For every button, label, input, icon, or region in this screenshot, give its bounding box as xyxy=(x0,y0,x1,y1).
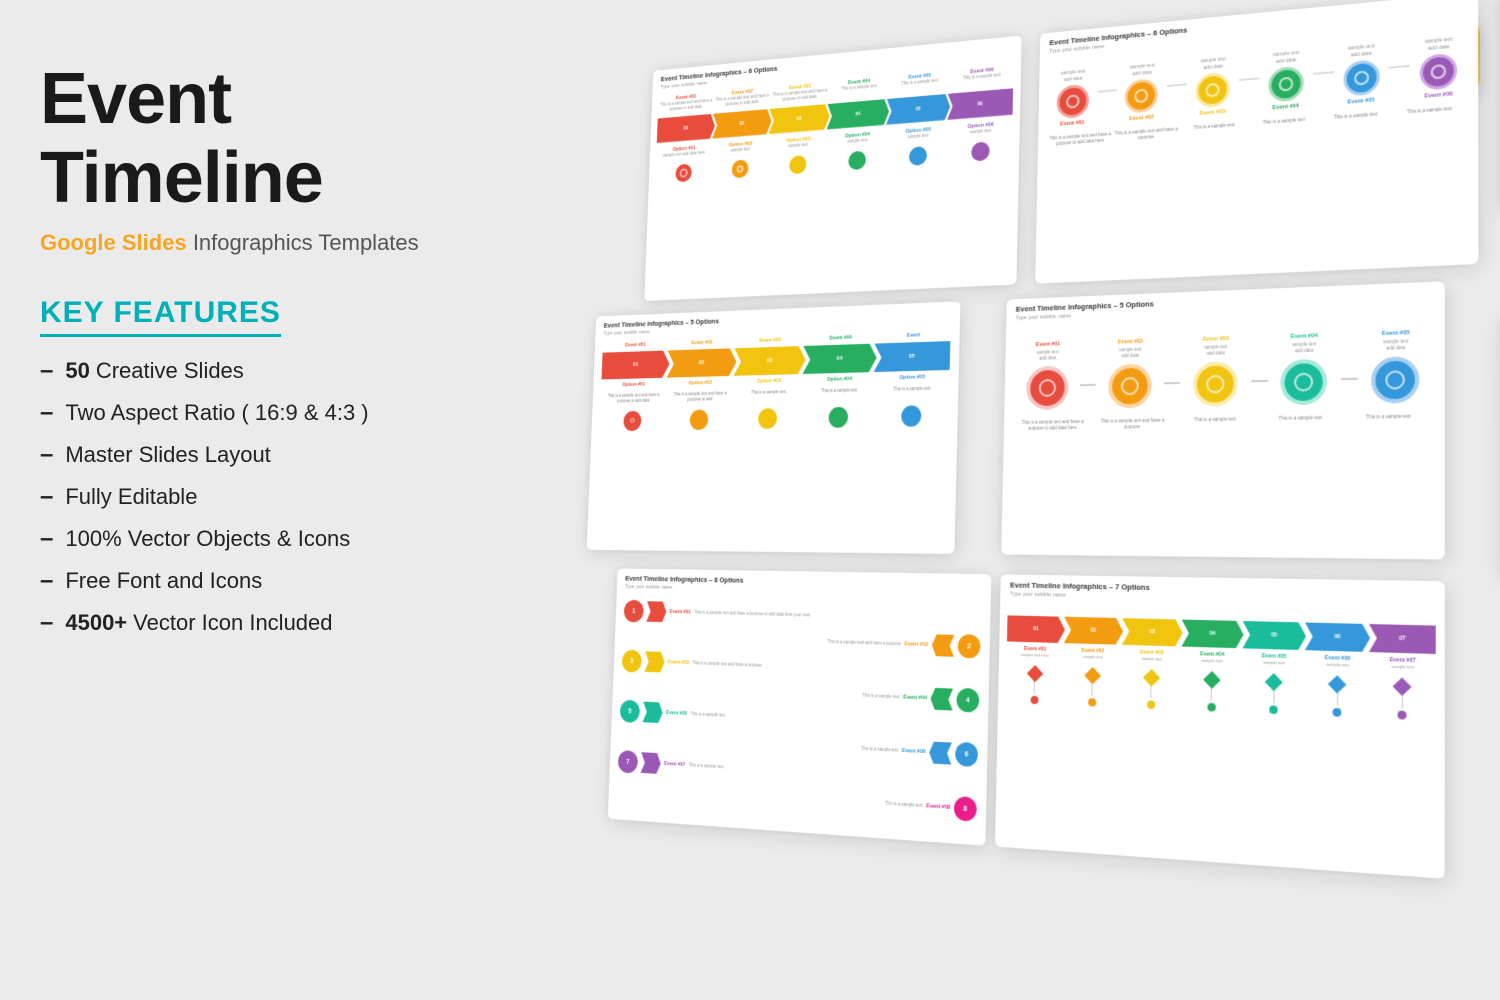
features-list: 50Creative Slides Two Aspect Ratio ( 16:… xyxy=(40,357,460,637)
slide-grid: Event Timeline Infographics – 6 Options … xyxy=(570,0,1500,1000)
slides-preview-area: Event Timeline Infographics – 6 Options … xyxy=(570,0,1500,1000)
slide-card-6[interactable]: Event Timeline Infographics – 7 Options … xyxy=(995,574,1445,878)
slide-card-2[interactable]: Event Timeline Infographics – 6 Options … xyxy=(1035,0,1478,284)
slide-card-3[interactable]: Event Timeline Infographics – 5 Options … xyxy=(587,301,961,554)
slide-5-content: 1 Event #01 This is a sample text and ha… xyxy=(608,593,990,829)
subtitle-row: Google Slides Infographics Templates xyxy=(40,230,460,256)
slide-card-5[interactable]: Event Timeline Infographics – 8 Options … xyxy=(608,568,992,845)
page: Event Timeline Google Slides Infographic… xyxy=(0,0,1500,1000)
feature-item: Master Slides Layout xyxy=(40,441,460,469)
feature-item: Free Font and Icons xyxy=(40,567,460,595)
feature-item: 100% Vector Objects & Icons xyxy=(40,525,460,553)
feature-item: 4500+Vector Icon Included xyxy=(40,609,460,637)
subtitle-rest: Infographics Templates xyxy=(187,230,419,255)
slide-4-content: Event #01 sample textadd data Event #02 … xyxy=(1004,310,1445,439)
left-panel: Event Timeline Google Slides Infographic… xyxy=(40,60,460,651)
key-features-title: KEY FEATURES xyxy=(40,296,281,337)
slide-card-4[interactable]: Event Timeline Infographics – 5 Options … xyxy=(1001,281,1445,559)
subtitle-brand: Google Slides xyxy=(40,230,187,255)
feature-item: Two Aspect Ratio ( 16:9 & 4:3 ) xyxy=(40,399,460,427)
feature-item: Fully Editable xyxy=(40,483,460,511)
slide-6-content: 01 02 03 04 05 06 07 Event #01sample tex… xyxy=(998,601,1445,728)
feature-bold-2: 4500+ xyxy=(65,610,127,636)
feature-bold: 50 xyxy=(65,358,89,384)
feature-item: 50Creative Slides xyxy=(40,357,460,385)
page-title: Event Timeline xyxy=(40,60,460,218)
slide-3-content: Event #01 Event #02 Event #03 Event #04 … xyxy=(591,327,959,435)
slide-card-1[interactable]: Event Timeline Infographics – 6 Options … xyxy=(644,36,1021,302)
